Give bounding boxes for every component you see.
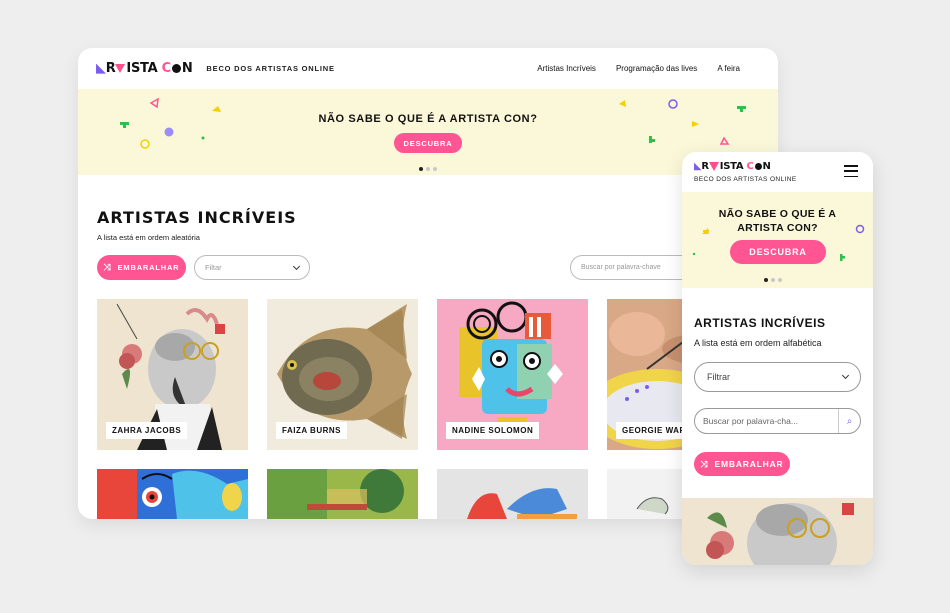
artist-card[interactable] <box>437 469 588 519</box>
mobile-filter-label: Filtrar <box>707 372 730 382</box>
mobile-artist-image[interactable] <box>682 498 873 565</box>
nav-feira[interactable]: A feira <box>717 64 740 73</box>
desktop-window: ◣ R ISTA CN BECO DOS ARTISTAS ONLINE Artis… <box>78 48 778 519</box>
discover-button[interactable]: DESCUBRA <box>394 133 462 153</box>
artist-image <box>682 498 873 565</box>
mobile-search-placeholder: Buscar por palavra-cha... <box>703 416 798 426</box>
artist-name: ZAHRA JACOBS <box>106 422 188 439</box>
mobile-carousel-dots[interactable] <box>764 278 782 282</box>
mobile-tagline: BECO DOS ARTISTAS ONLINE <box>694 176 797 183</box>
artist-card[interactable]: FAIZA BURNS <box>267 299 418 450</box>
mobile-banner-question: NÃO SABE O QUE É A ARTISTA CON? <box>718 208 837 234</box>
shuffle-label: EMBARALHAR <box>117 263 180 272</box>
artist-name: FAIZA BURNS <box>276 422 347 439</box>
tagline: BECO DOS ARTISTAS ONLINE <box>206 64 335 73</box>
shuffle-button[interactable]: ⤨ EMBARALHAR <box>97 255 186 280</box>
logo[interactable]: ◣ R ISTA CN <box>96 61 193 76</box>
artist-card[interactable]: NADINE SOLOMON <box>437 299 588 450</box>
artist-card[interactable] <box>97 469 248 519</box>
hero-banner: NÃO SABE O QUE É A ARTISTA CON? DESCUBRA <box>78 89 778 175</box>
nav-artistas[interactable]: Artistas Incríveis <box>537 64 596 73</box>
confetti-decoration <box>120 97 746 149</box>
artist-image <box>437 469 588 519</box>
mobile-filter-select[interactable]: Filtrar <box>694 362 861 392</box>
mobile-search-input[interactable]: Buscar por palavra-cha... ⌕ <box>694 408 861 434</box>
artist-name: GEORGIE WAR <box>616 422 692 439</box>
shuffle-icon: ⤨ <box>103 262 112 272</box>
header: ◣ R ISTA CN BECO DOS ARTISTAS ONLINE Artis… <box>78 48 778 89</box>
section-title: ARTISTAS INCRÍVEIS <box>97 208 297 227</box>
mobile-shuffle-button[interactable]: ⤨ EMBARALHAR <box>694 452 790 476</box>
chevron-down-icon <box>841 371 850 380</box>
mobile-shuffle-label: EMBARALHAR <box>714 459 784 469</box>
artist-name: NADINE SOLOMON <box>446 422 540 439</box>
hamburger-icon[interactable] <box>844 165 858 177</box>
artist-card[interactable]: ZAHRA JACOBS <box>97 299 248 450</box>
mobile-section-subtitle: A lista está em ordem alfabética <box>694 338 822 348</box>
filter-placeholder: Filtar <box>205 263 222 272</box>
mobile-logo[interactable]: ◣ R ISTA CN <box>694 161 771 172</box>
mobile-discover-button[interactable]: DESCUBRA <box>730 240 826 264</box>
banner-question: NÃO SABE O QUE É A ARTISTA CON? <box>318 113 538 125</box>
mobile-hero-banner: NÃO SABE O QUE É A ARTISTA CON? DESCUBRA <box>682 192 873 288</box>
artist-image <box>267 469 418 519</box>
nav-programacao[interactable]: Programação das lives <box>616 64 697 73</box>
mobile-window: ◣ R ISTA CN BECO DOS ARTISTAS ONLINE NÃO S… <box>682 152 873 565</box>
mobile-section-title: ARTISTAS INCRÍVEIS <box>694 316 826 330</box>
search-placeholder: Buscar por palavra-chave <box>581 264 661 271</box>
artist-image <box>97 469 248 519</box>
artist-card[interactable] <box>267 469 418 519</box>
chevron-down-icon <box>292 262 301 270</box>
carousel-dots[interactable] <box>419 167 437 171</box>
shuffle-icon: ⤨ <box>700 458 709 469</box>
search-icon[interactable]: ⌕ <box>838 409 860 433</box>
section-subtitle: A lista está em ordem aleatória <box>97 233 200 242</box>
filter-select[interactable]: Filtar <box>194 255 310 280</box>
main-nav: Artistas Incríveis Programação das lives… <box>537 64 740 73</box>
